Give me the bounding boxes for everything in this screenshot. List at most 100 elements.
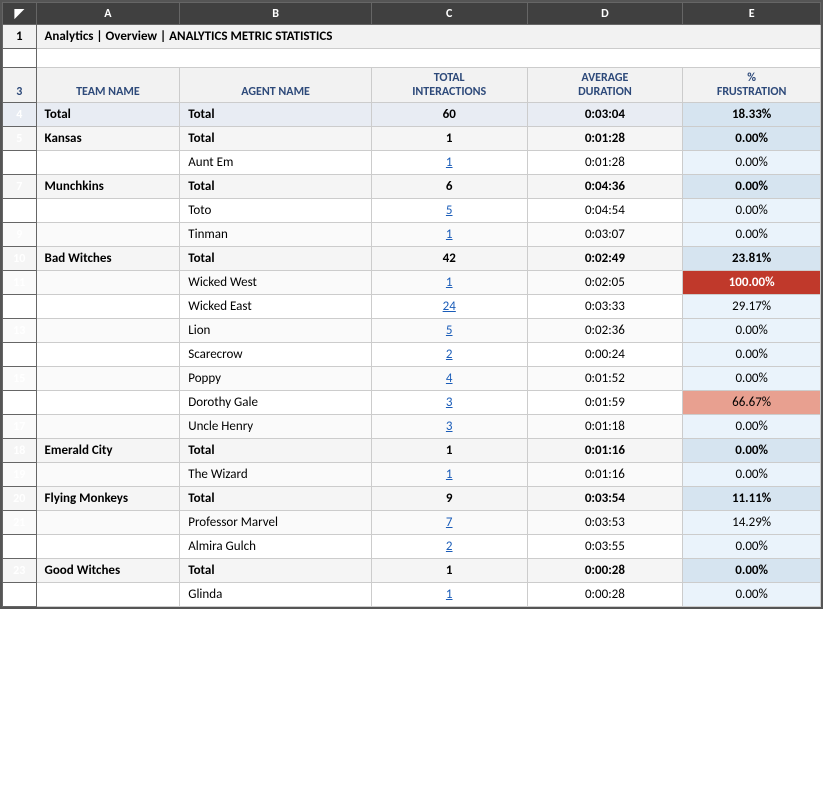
duration-cell: 0:03:53	[527, 511, 683, 535]
frustration-cell: 0.00%	[683, 127, 821, 151]
interactions-cell: 1	[371, 151, 527, 175]
row-num-8: 8	[3, 199, 37, 223]
frustration-cell: 0.00%	[683, 535, 821, 559]
frustration-cell: 14.29%	[683, 511, 821, 535]
team-name-cell	[36, 199, 180, 223]
team-name-cell	[36, 367, 180, 391]
duration-cell: 0:01:16	[527, 463, 683, 487]
row-num-24: 24	[3, 583, 37, 607]
agent-name-cell: Aunt Em	[180, 151, 372, 175]
row-num-15: 15	[3, 367, 37, 391]
team-name-cell: Emerald City	[36, 439, 180, 463]
col-header-B: B	[180, 3, 372, 25]
row-2-empty-cell	[36, 49, 820, 68]
table-row: 22Almira Gulch20:03:550.00%	[3, 535, 821, 559]
table-row: 19The Wizard10:01:160.00%	[3, 463, 821, 487]
duration-cell: 0:02:05	[527, 271, 683, 295]
interactions-cell: 1	[371, 583, 527, 607]
interactions-cell: 1	[371, 127, 527, 151]
table-row: 5KansasTotal10:01:280.00%	[3, 127, 821, 151]
table-row: 4TotalTotal600:03:0418.33%	[3, 103, 821, 127]
duration-cell: 0:01:18	[527, 415, 683, 439]
agent-name-cell: Dorothy Gale	[180, 391, 372, 415]
duration-cell: 0:01:28	[527, 151, 683, 175]
table-row: 9Tinman10:03:070.00%	[3, 223, 821, 247]
team-name-cell	[36, 271, 180, 295]
duration-cell: 0:00:28	[527, 583, 683, 607]
table-row: 7MunchkinsTotal60:04:360.00%	[3, 175, 821, 199]
row-num-22: 22	[3, 535, 37, 559]
team-name-cell	[36, 535, 180, 559]
team-name-cell: Munchkins	[36, 175, 180, 199]
frustration-cell: 66.67%	[683, 391, 821, 415]
agent-name-cell: Wicked West	[180, 271, 372, 295]
table-row: 14Scarecrow20:00:240.00%	[3, 343, 821, 367]
frustration-cell: 0.00%	[683, 151, 821, 175]
frustration-cell: 0.00%	[683, 415, 821, 439]
title-row: 1 Analytics | Overview | ANALYTICS METRI…	[3, 25, 821, 49]
col-header-C: C	[371, 3, 527, 25]
table-row: 8Toto50:04:540.00%	[3, 199, 821, 223]
row-num-17: 17	[3, 415, 37, 439]
team-name-cell: Kansas	[36, 127, 180, 151]
team-name-cell: Total	[36, 103, 180, 127]
row-num-18: 18	[3, 439, 37, 463]
agent-name-cell: Total	[180, 175, 372, 199]
table-row: 13 Lion50:02:360.00%	[3, 319, 821, 343]
row-num-13: 13	[3, 319, 37, 343]
team-name-cell	[36, 511, 180, 535]
table-row: 17Uncle Henry30:01:180.00%	[3, 415, 821, 439]
table-row: 20Flying MonkeysTotal90:03:5411.11%	[3, 487, 821, 511]
agent-name-cell: Lion	[180, 319, 372, 343]
interactions-cell: 1	[371, 271, 527, 295]
table-row: 15Poppy40:01:520.00%	[3, 367, 821, 391]
duration-cell: 0:03:07	[527, 223, 683, 247]
header-average-duration: AVERAGE DURATION	[527, 68, 683, 103]
interactions-cell: 9	[371, 487, 527, 511]
frustration-cell: 0.00%	[683, 439, 821, 463]
agent-name-cell: The Wizard	[180, 463, 372, 487]
interactions-cell: 4	[371, 367, 527, 391]
team-name-cell	[36, 223, 180, 247]
col-header-D: D	[527, 3, 683, 25]
duration-cell: 0:03:54	[527, 487, 683, 511]
row-num-6: 6	[3, 151, 37, 175]
agent-name-cell: Wicked East	[180, 295, 372, 319]
duration-cell: 0:03:55	[527, 535, 683, 559]
table-row: 24Glinda10:00:280.00%	[3, 583, 821, 607]
agent-name-cell: Total	[180, 439, 372, 463]
frustration-cell: 29.17%	[683, 295, 821, 319]
table-row: 6 Aunt Em10:01:280.00%	[3, 151, 821, 175]
agent-name-cell: Poppy	[180, 367, 372, 391]
frustration-cell: 0.00%	[683, 583, 821, 607]
frustration-cell: 100.00%	[683, 271, 821, 295]
row-num-12: 12	[3, 295, 37, 319]
frustration-cell: 0.00%	[683, 559, 821, 583]
table-row: 16Dorothy Gale30:01:5966.67%	[3, 391, 821, 415]
duration-cell: 0:01:52	[527, 367, 683, 391]
table-row: 12Wicked East240:03:3329.17%	[3, 295, 821, 319]
interactions-cell: 6	[371, 175, 527, 199]
interactions-cell: 3	[371, 415, 527, 439]
frustration-cell: 0.00%	[683, 343, 821, 367]
duration-cell: 0:02:36	[527, 319, 683, 343]
row-num-14: 14	[3, 343, 37, 367]
column-header-row: ◤ A B C D E	[3, 3, 821, 25]
team-name-cell	[36, 295, 180, 319]
row-num-10: 10	[3, 247, 37, 271]
col-header-A: A	[36, 3, 180, 25]
agent-name-cell: Toto	[180, 199, 372, 223]
frustration-cell: 0.00%	[683, 319, 821, 343]
header-team-name: TEAM NAME	[36, 68, 180, 103]
row-num-9: 9	[3, 223, 37, 247]
agent-name-cell: Total	[180, 559, 372, 583]
interactions-cell: 5	[371, 319, 527, 343]
row-num-16: 16	[3, 391, 37, 415]
duration-cell: 0:04:54	[527, 199, 683, 223]
header-row: 3 TEAM NAME AGENT NAME TOTAL INTERACTION…	[3, 68, 821, 103]
agent-name-cell: Scarecrow	[180, 343, 372, 367]
table-row: 18Emerald CityTotal10:01:160.00%	[3, 439, 821, 463]
row-num-19: 19	[3, 463, 37, 487]
interactions-cell: 2	[371, 535, 527, 559]
interactions-cell: 2	[371, 343, 527, 367]
